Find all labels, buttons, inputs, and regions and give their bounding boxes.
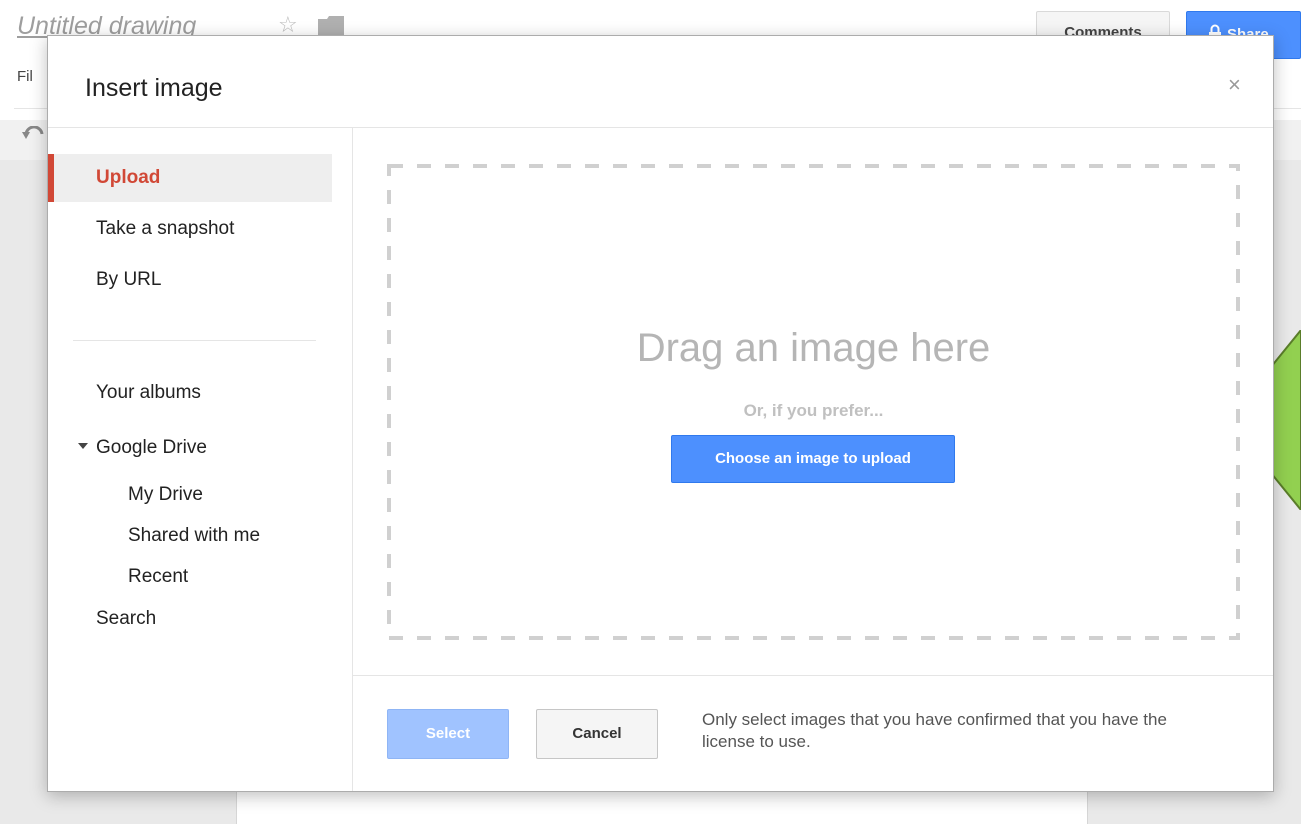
nav-your-albums[interactable]: Your albums — [48, 369, 332, 417]
expand-triangle-icon[interactable] — [78, 442, 88, 449]
drop-zone-title: Drag an image here — [636, 326, 991, 370]
nav-shared-with-me[interactable]: Shared with me — [48, 516, 332, 556]
nav-google-drive-label: Google Drive — [96, 437, 207, 458]
insert-image-dialog: Insert image × Upload Take a snapshot By… — [47, 35, 1274, 792]
dialog-title: Insert image — [85, 74, 223, 102]
nav-search[interactable]: Search — [48, 595, 332, 643]
drop-zone-subtitle: Or, if you prefer... — [743, 401, 884, 420]
nav-take-snapshot[interactable]: Take a snapshot — [48, 205, 332, 253]
nav-by-url[interactable]: By URL — [48, 256, 332, 304]
sidebar-divider — [73, 340, 316, 341]
nav-recent[interactable]: Recent — [48, 557, 332, 597]
folder-icon[interactable] — [318, 16, 344, 36]
footer-divider — [353, 675, 1273, 676]
choose-image-button[interactable]: Choose an image to upload — [671, 435, 955, 483]
nav-my-drive[interactable]: My Drive — [48, 475, 332, 515]
nav-upload[interactable]: Upload — [48, 154, 332, 202]
undo-icon[interactable] — [22, 126, 46, 146]
cancel-button[interactable]: Cancel — [536, 709, 658, 759]
nav-google-drive[interactable]: Google Drive — [48, 424, 332, 472]
close-icon[interactable]: × — [1228, 74, 1241, 96]
menu-file[interactable]: Fil — [17, 68, 33, 85]
source-sidebar: Upload Take a snapshot By URL Your album… — [48, 128, 353, 791]
select-button[interactable]: Select — [387, 709, 509, 759]
license-note: Only select images that you have confirm… — [702, 710, 1167, 751]
